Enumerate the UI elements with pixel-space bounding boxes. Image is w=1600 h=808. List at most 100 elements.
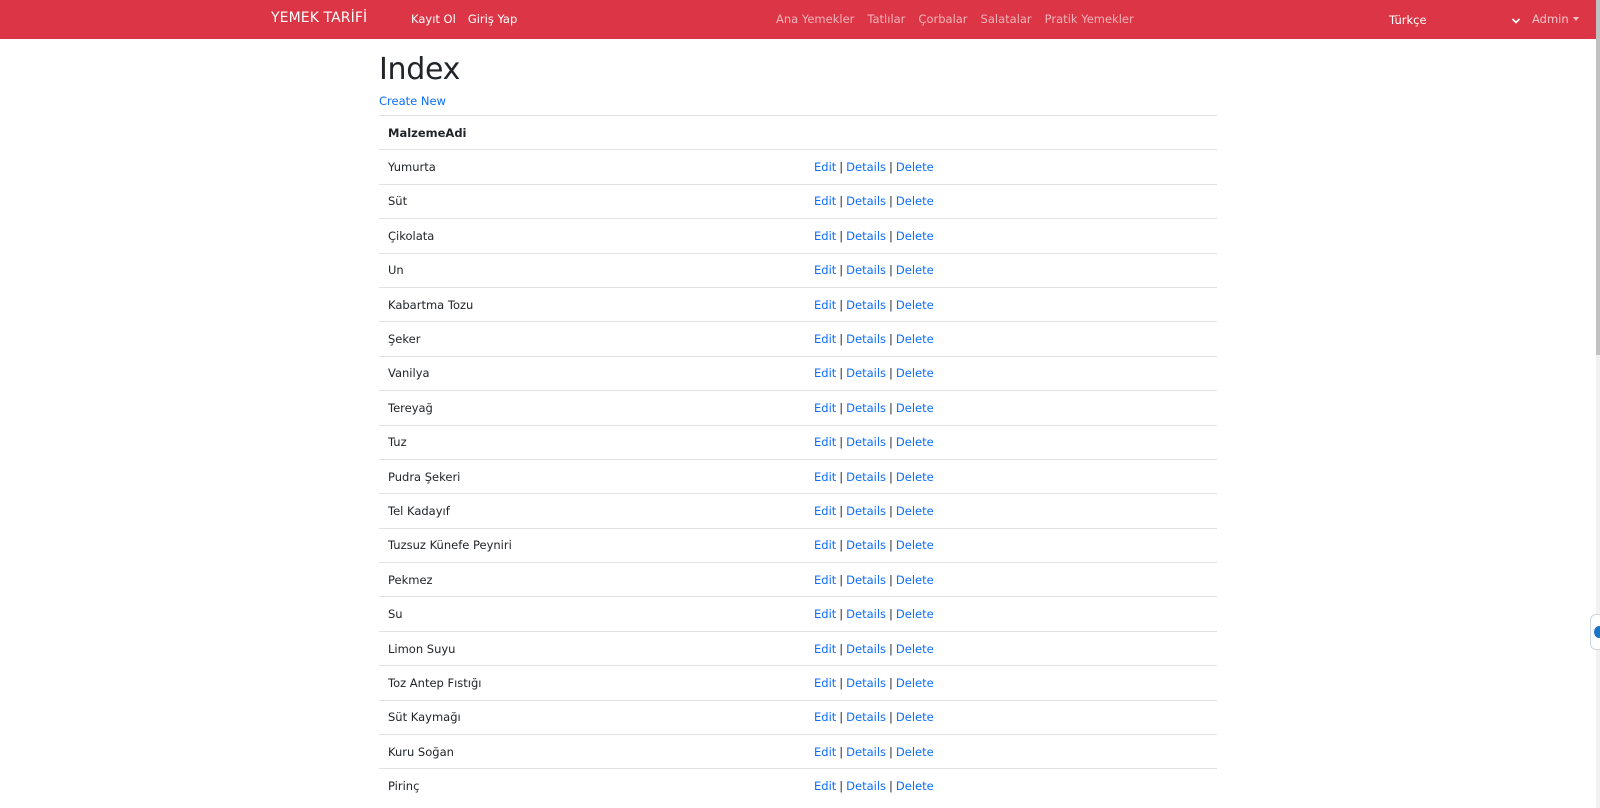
details-link[interactable]: Details — [846, 710, 886, 724]
details-link[interactable]: Details — [846, 607, 886, 621]
details-link[interactable]: Details — [846, 229, 886, 243]
edit-link[interactable]: Edit — [814, 538, 836, 552]
ingredient-name: Su — [379, 596, 814, 632]
register-link[interactable]: Kayıt Ol — [411, 12, 456, 26]
brand-logo[interactable]: YEMEK TARİFİ — [271, 10, 367, 26]
delete-link[interactable]: Delete — [896, 710, 934, 724]
separator: | — [889, 744, 893, 759]
details-link[interactable]: Details — [846, 401, 886, 415]
delete-link[interactable]: Delete — [896, 470, 934, 484]
delete-link[interactable]: Delete — [896, 573, 934, 587]
delete-link[interactable]: Delete — [896, 538, 934, 552]
delete-link[interactable]: Delete — [896, 194, 934, 208]
edit-link[interactable]: Edit — [814, 607, 836, 621]
edit-link[interactable]: Edit — [814, 401, 836, 415]
edit-link[interactable]: Edit — [814, 263, 836, 277]
details-link[interactable]: Details — [846, 263, 886, 277]
delete-link[interactable]: Delete — [896, 366, 934, 380]
details-link[interactable]: Details — [846, 538, 886, 552]
user-menu-toggle[interactable]: Admin — [1532, 12, 1579, 26]
table-row: Un Edit | Details | Delete — [379, 252, 1217, 288]
edit-link[interactable]: Edit — [814, 298, 836, 312]
nav-quick-meals[interactable]: Pratik Yemekler — [1045, 12, 1134, 26]
delete-link[interactable]: Delete — [896, 263, 934, 277]
details-link[interactable]: Details — [846, 504, 886, 518]
separator: | — [889, 469, 893, 484]
table-row: Kuru Soğan Edit | Details | Delete — [379, 734, 1217, 769]
separator: | — [889, 332, 893, 347]
delete-link[interactable]: Delete — [896, 229, 934, 243]
delete-link[interactable]: Delete — [896, 607, 934, 621]
scrollbar-thumb[interactable] — [1596, 0, 1600, 355]
auth-links: Kayıt Ol Giriş Yap — [411, 12, 517, 26]
language-select[interactable]: Türkçe — [1387, 10, 1523, 29]
table-row: Tuzsuz Künefe Peyniri Edit | Details | Delete — [379, 527, 1217, 563]
edit-link[interactable]: Edit — [814, 676, 836, 690]
row-actions: Edit | Details | Delete — [814, 183, 1217, 219]
edit-link[interactable]: Edit — [814, 504, 836, 518]
edit-link[interactable]: Edit — [814, 435, 836, 449]
table-row: Şeker Edit | Details | Delete — [379, 321, 1217, 357]
delete-link[interactable]: Delete — [896, 435, 934, 449]
details-link[interactable]: Details — [846, 779, 886, 793]
delete-link[interactable]: Delete — [896, 160, 934, 174]
separator: | — [889, 366, 893, 381]
ingredient-name: Şeker — [379, 321, 814, 357]
details-link[interactable]: Details — [846, 194, 886, 208]
nav-main-dishes[interactable]: Ana Yemekler — [776, 12, 854, 26]
edit-link[interactable]: Edit — [814, 366, 836, 380]
details-link[interactable]: Details — [846, 745, 886, 759]
ingredient-name: Çikolata — [379, 218, 814, 254]
details-link[interactable]: Details — [846, 160, 886, 174]
delete-link[interactable]: Delete — [896, 642, 934, 656]
separator: | — [839, 641, 844, 656]
row-actions: Edit | Details | Delete — [814, 527, 1217, 563]
row-actions: Edit | Details | Delete — [814, 252, 1217, 288]
row-actions: Edit | Details | Delete — [814, 562, 1217, 597]
ingredient-name: Pudra Şekeri — [379, 458, 814, 494]
details-link[interactable]: Details — [846, 642, 886, 656]
details-link[interactable]: Details — [846, 676, 886, 690]
ingredient-name: Toz Antep Fıstığı — [379, 665, 814, 701]
separator: | — [889, 710, 893, 725]
details-link[interactable]: Details — [846, 573, 886, 587]
row-actions: Edit | Details | Delete — [814, 424, 1217, 460]
delete-link[interactable]: Delete — [896, 332, 934, 346]
separator: | — [839, 538, 844, 553]
details-link[interactable]: Details — [846, 435, 886, 449]
create-new-link[interactable]: Create New — [379, 94, 446, 108]
nav-salads[interactable]: Salatalar — [981, 12, 1032, 26]
edit-link[interactable]: Edit — [814, 710, 836, 724]
edit-link[interactable]: Edit — [814, 160, 836, 174]
edit-link[interactable]: Edit — [814, 229, 836, 243]
top-navbar: YEMEK TARİFİ Kayıt Ol Giriş Yap Ana Yeme… — [0, 0, 1596, 39]
nav-soups[interactable]: Çorbalar — [918, 12, 967, 26]
row-actions: Edit | Details | Delete — [814, 390, 1217, 426]
delete-link[interactable]: Delete — [896, 676, 934, 690]
delete-link[interactable]: Delete — [896, 504, 934, 518]
login-link[interactable]: Giriş Yap — [468, 12, 517, 26]
column-header-malzemeadi: MalzemeAdi — [379, 114, 814, 150]
details-link[interactable]: Details — [846, 366, 886, 380]
page-scrollbar[interactable] — [1596, 0, 1600, 808]
row-actions: Edit | Details | Delete — [814, 218, 1217, 254]
details-link[interactable]: Details — [846, 470, 886, 484]
delete-link[interactable]: Delete — [896, 745, 934, 759]
edit-link[interactable]: Edit — [814, 194, 836, 208]
details-link[interactable]: Details — [846, 298, 886, 312]
delete-link[interactable]: Delete — [896, 401, 934, 415]
edit-link[interactable]: Edit — [814, 470, 836, 484]
edit-link[interactable]: Edit — [814, 332, 836, 346]
delete-link[interactable]: Delete — [896, 779, 934, 793]
chevron-down-icon — [1511, 15, 1521, 25]
edit-link[interactable]: Edit — [814, 573, 836, 587]
details-link[interactable]: Details — [846, 332, 886, 346]
feedback-widget-icon[interactable] — [1590, 614, 1600, 650]
table-row: Tereyağ Edit | Details | Delete — [379, 390, 1217, 426]
separator: | — [839, 469, 844, 484]
delete-link[interactable]: Delete — [896, 298, 934, 312]
edit-link[interactable]: Edit — [814, 779, 836, 793]
edit-link[interactable]: Edit — [814, 745, 836, 759]
nav-desserts[interactable]: Tatlılar — [867, 12, 905, 26]
edit-link[interactable]: Edit — [814, 642, 836, 656]
